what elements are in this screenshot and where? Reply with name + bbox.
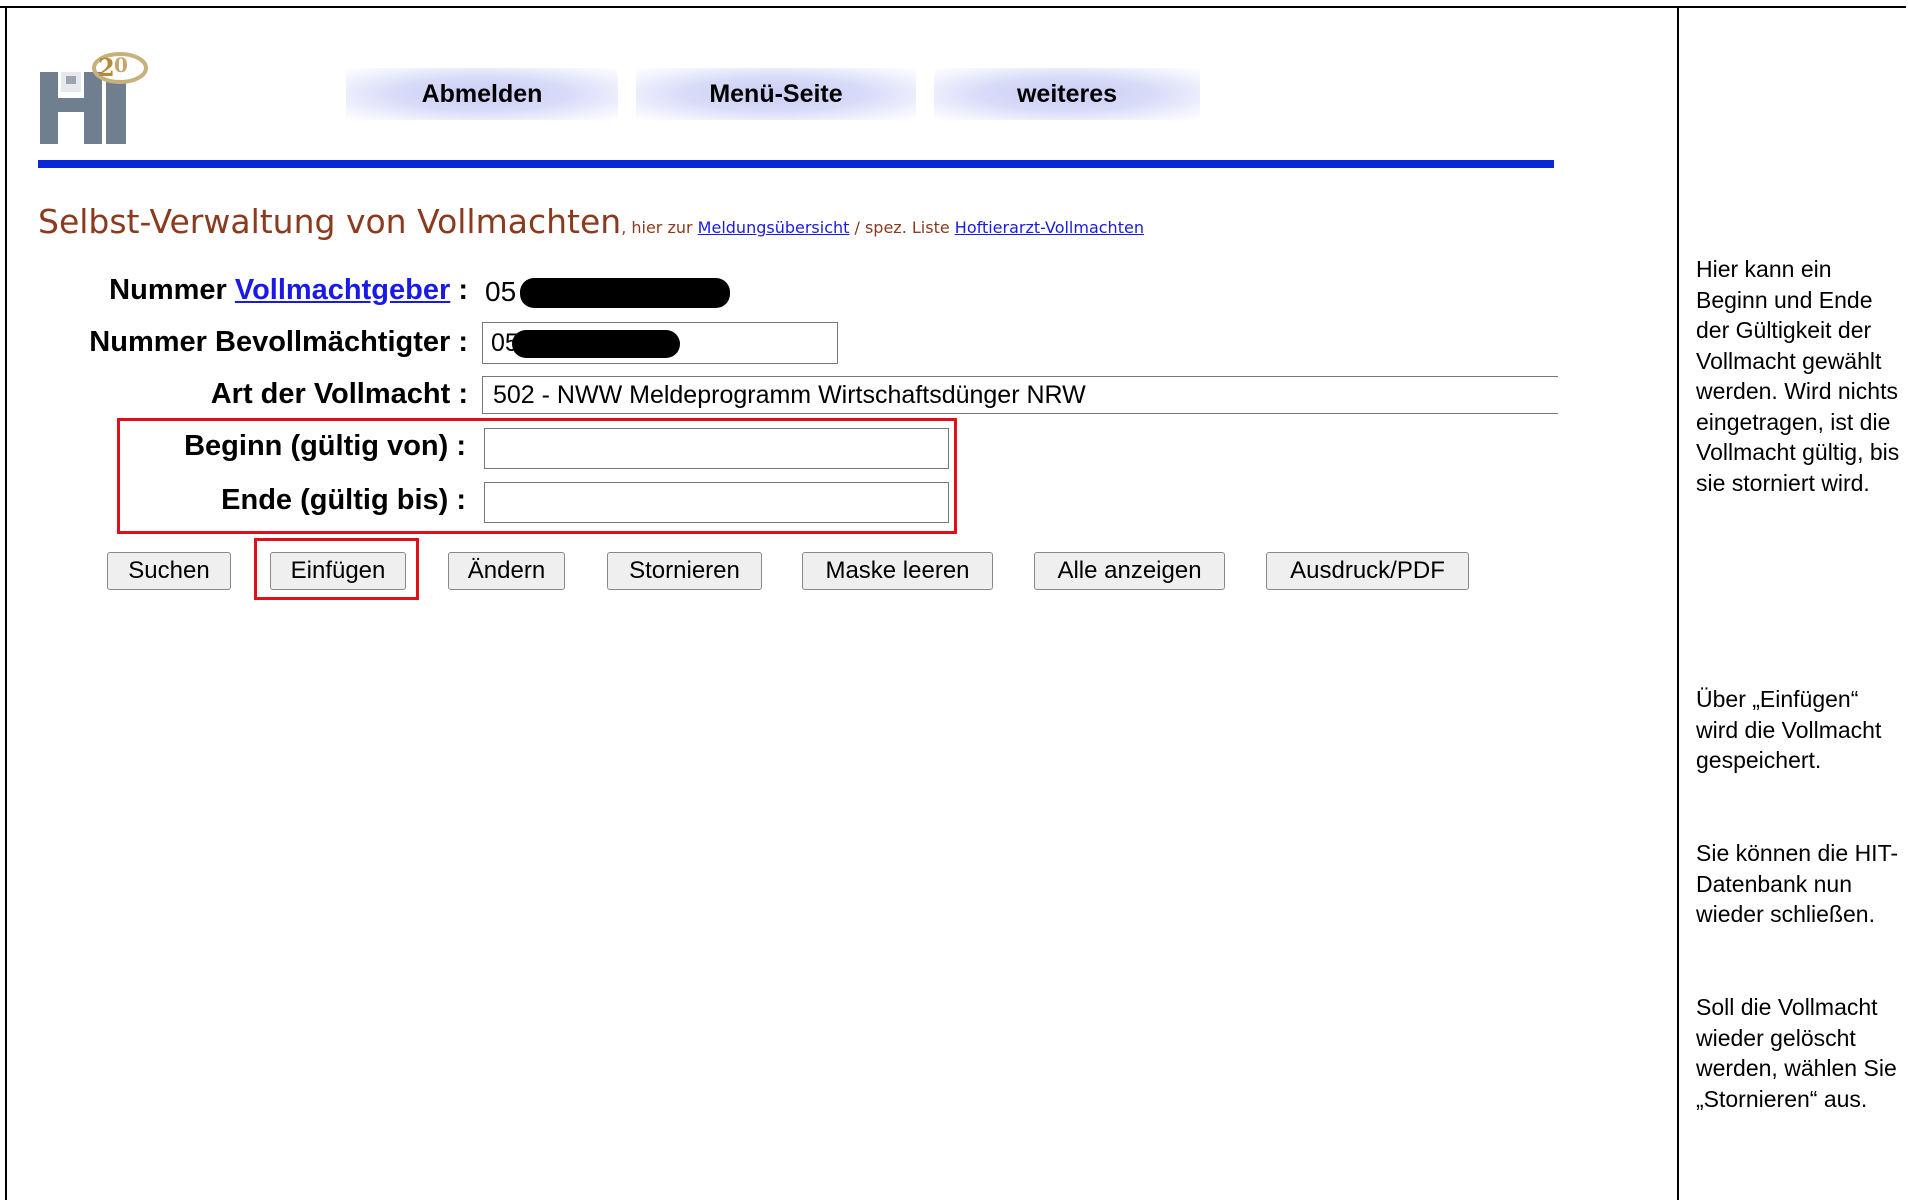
grantor-value: 05 <box>485 276 517 307</box>
svg-text:2: 2 <box>98 53 115 82</box>
redaction-mark <box>512 330 680 358</box>
cancel-authorization-button[interactable]: Stornieren <box>607 552 762 590</box>
note-delete: Soll die Vollmacht wieder gelöscht werde… <box>1696 994 1897 1112</box>
attorney-label: Nummer Bevollmächtigter : <box>89 326 468 358</box>
search-button[interactable]: Suchen <box>107 552 231 590</box>
frame-column-divider <box>1677 6 1679 1200</box>
grantor-link[interactable]: Vollmachtgeber <box>235 274 450 306</box>
frame-left-border <box>5 6 7 1200</box>
page-heading: Selbst-Verwaltung von Vollmachten, hier … <box>38 202 1144 241</box>
menu-page-button[interactable]: Menü-Seite <box>636 68 916 120</box>
grantor-label: Nummer Vollmachtgeber : <box>109 274 468 307</box>
show-all-button[interactable]: Alle anzeigen <box>1034 552 1225 590</box>
print-pdf-button[interactable]: Ausdruck/PDF <box>1266 552 1469 590</box>
overview-link[interactable]: Meldungsübersicht <box>698 218 850 237</box>
clear-form-button[interactable]: Maske leeren <box>802 552 993 590</box>
frame-top-border <box>0 6 1558 8</box>
authorization-type-label: Art der Vollmacht : <box>210 378 468 410</box>
vet-authorizations-link[interactable]: Hoftierarzt-Vollmachten <box>955 218 1144 237</box>
redaction-mark <box>520 278 730 308</box>
heading-sep-text: , hier zur <box>621 218 698 237</box>
end-date-label: Ende (gültig bis) : <box>221 484 466 516</box>
svg-text:0: 0 <box>114 53 128 77</box>
start-date-input[interactable] <box>484 428 949 469</box>
authorization-type-value: 502 - NWW Meldeprogramm Wirtschaftsdünge… <box>493 380 1086 409</box>
grantor-label-prefix: Nummer <box>109 274 235 306</box>
more-button[interactable]: weiteres <box>934 68 1200 120</box>
note-dates: Hier kann ein Beginn und Ende der Gültig… <box>1696 256 1900 496</box>
header-divider-bar <box>38 160 1554 168</box>
grantor-label-suffix: : <box>450 274 468 306</box>
hit-logo[interactable]: 2 0 <box>40 50 152 146</box>
start-date-label: Beginn (gültig von) : <box>184 430 466 462</box>
authorization-type-select[interactable]: 502 - NWW Meldeprogramm Wirtschaftsdünge… <box>482 376 1558 414</box>
logout-button[interactable]: Abmelden <box>346 68 618 120</box>
end-date-input[interactable] <box>484 482 949 523</box>
note-close: Sie können die HIT-Datenbank nun wieder … <box>1696 840 1899 927</box>
page-title: Selbst-Verwaltung von Vollmachten <box>38 202 622 241</box>
note-insert: Über „Einfügen“ wird die Vollmacht gespe… <box>1696 686 1882 773</box>
frame-top-border-right <box>1558 6 1906 8</box>
heading-list-text: / spez. Liste <box>849 218 955 237</box>
insert-button[interactable]: Einfügen <box>270 552 406 590</box>
change-button[interactable]: Ändern <box>448 552 565 590</box>
